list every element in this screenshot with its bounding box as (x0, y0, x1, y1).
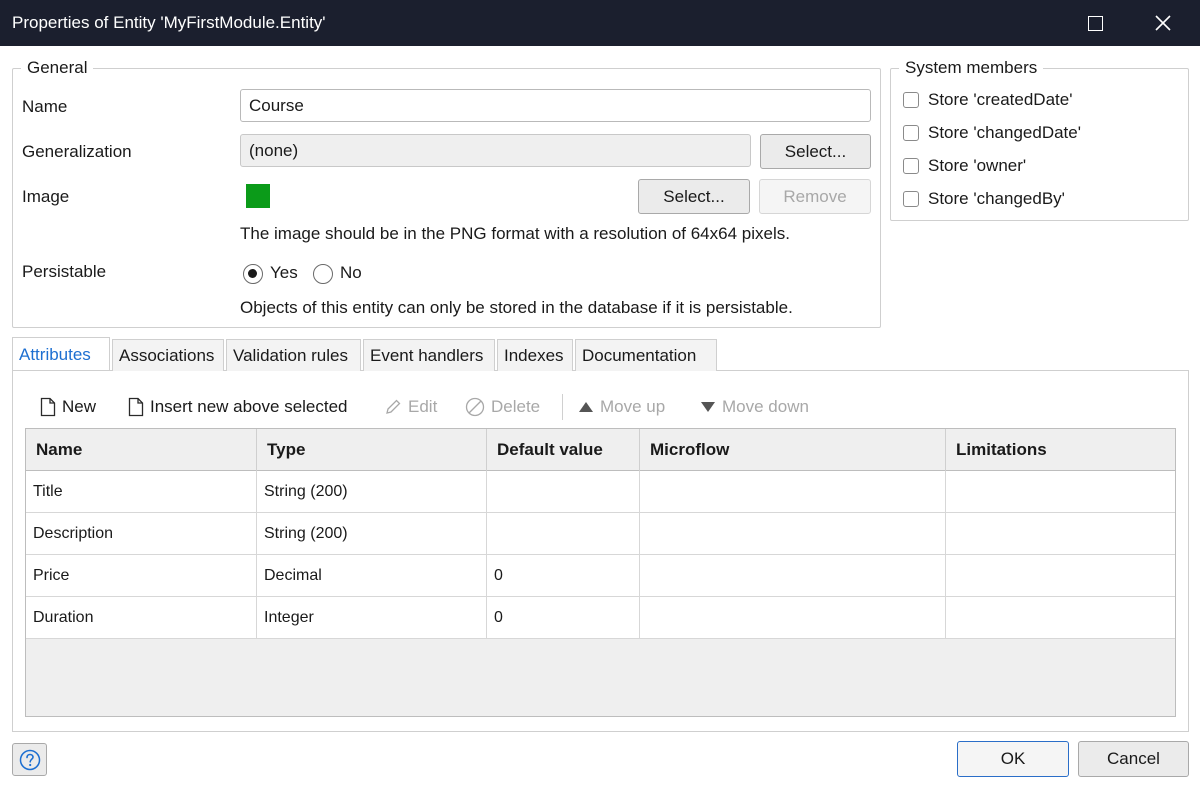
pencil-icon (386, 399, 401, 414)
persistable-yes-radio[interactable] (243, 264, 263, 284)
persistable-no-radio[interactable] (313, 264, 333, 284)
persistable-label: Persistable (22, 262, 107, 281)
tab-validation-rules[interactable]: Validation rules (226, 339, 361, 371)
edit-button[interactable]: Edit (384, 396, 437, 418)
cell-default-value: 0 (487, 597, 640, 638)
generalization-select-button[interactable]: Select... (760, 134, 871, 169)
table-row[interactable]: Price Decimal 0 (26, 555, 1175, 597)
cell-type: String (200) (257, 513, 487, 554)
column-header-name[interactable]: Name (26, 429, 257, 471)
triangle-down-icon (701, 402, 715, 412)
triangle-up-icon (579, 402, 593, 412)
store-owner-label[interactable]: Store 'owner' (928, 156, 1026, 176)
cell-microflow (640, 471, 946, 512)
column-header-microflow[interactable]: Microflow (640, 429, 946, 471)
new-document-icon (40, 397, 56, 417)
entity-image-preview (246, 184, 270, 208)
image-remove-button[interactable]: Remove (759, 179, 871, 214)
column-header-default-value[interactable]: Default value (487, 429, 640, 471)
delete-button[interactable]: Delete (465, 396, 540, 418)
store-owner-checkbox[interactable] (903, 158, 919, 174)
help-button[interactable] (12, 743, 47, 776)
generalization-field: (none) (240, 134, 751, 167)
cell-name: Duration (26, 597, 257, 638)
cell-type: Decimal (257, 555, 487, 596)
cell-microflow (640, 555, 946, 596)
move-up-label: Move up (600, 397, 666, 416)
cell-limitations (946, 513, 1175, 554)
store-changedby-checkbox[interactable] (903, 191, 919, 207)
persistable-yes-label[interactable]: Yes (270, 263, 298, 283)
insert-above-label: Insert new above selected (150, 397, 348, 416)
cell-microflow (640, 597, 946, 638)
cell-type: Integer (257, 597, 487, 638)
store-changedby-label[interactable]: Store 'changedBy' (928, 189, 1065, 209)
name-label: Name (22, 97, 68, 116)
column-header-type[interactable]: Type (257, 429, 487, 471)
close-icon (1155, 15, 1171, 31)
insert-above-button[interactable]: Insert new above selected (128, 396, 348, 418)
new-attribute-label: New (62, 397, 97, 416)
cell-name: Description (26, 513, 257, 554)
new-attribute-button[interactable]: New (40, 396, 96, 418)
ok-button[interactable]: OK (957, 741, 1069, 777)
image-select-button[interactable]: Select... (638, 179, 750, 214)
store-changeddate-label[interactable]: Store 'changedDate' (928, 123, 1081, 143)
general-legend: General (27, 58, 88, 77)
image-hint: The image should be in the PNG format wi… (240, 224, 790, 243)
cell-name: Price (26, 555, 257, 596)
edit-label: Edit (408, 397, 438, 416)
tab-indexes[interactable]: Indexes (497, 339, 573, 371)
table-row[interactable]: Duration Integer 0 (26, 597, 1175, 639)
title-bar: Properties of Entity 'MyFirstModule.Enti… (0, 0, 1200, 46)
cell-limitations (946, 597, 1175, 638)
name-input[interactable]: Course (240, 89, 871, 122)
tab-associations[interactable]: Associations (112, 339, 224, 371)
cell-default-value: 0 (487, 555, 640, 596)
cell-name: Title (26, 471, 257, 512)
move-up-button[interactable]: Move up (578, 396, 665, 418)
question-circle-icon (19, 749, 40, 770)
cell-type: String (200) (257, 471, 487, 512)
prohibit-icon (465, 397, 485, 417)
toolbar-separator (562, 394, 563, 420)
store-createddate-label[interactable]: Store 'createdDate' (928, 90, 1072, 110)
store-createddate-checkbox[interactable] (903, 92, 919, 108)
persistable-no-label[interactable]: No (340, 263, 362, 283)
insert-document-icon (128, 397, 144, 417)
tab-documentation[interactable]: Documentation (575, 339, 717, 371)
cell-limitations (946, 471, 1175, 512)
cancel-button[interactable]: Cancel (1078, 741, 1189, 777)
close-button[interactable] (1140, 0, 1186, 46)
tab-attributes[interactable]: Attributes (12, 337, 110, 370)
maximize-button[interactable] (1072, 0, 1118, 46)
table-row[interactable]: Description String (200) (26, 513, 1175, 555)
window-title: Properties of Entity 'MyFirstModule.Enti… (12, 13, 326, 32)
persistable-hint: Objects of this entity can only be store… (240, 298, 793, 317)
grid-header: Name Type Default value Microflow Limita… (26, 429, 1175, 471)
table-row[interactable]: Title String (200) (26, 471, 1175, 513)
cell-microflow (640, 513, 946, 554)
image-label: Image (22, 187, 70, 206)
delete-label: Delete (491, 397, 541, 416)
tab-event-handlers[interactable]: Event handlers (363, 339, 495, 371)
maximize-icon (1087, 15, 1103, 31)
column-header-limitations[interactable]: Limitations (946, 429, 1175, 471)
store-changeddate-checkbox[interactable] (903, 125, 919, 141)
cell-default-value (487, 513, 640, 554)
system-members-legend: System members (905, 58, 1038, 77)
cell-default-value (487, 471, 640, 512)
cell-limitations (946, 555, 1175, 596)
move-down-label: Move down (722, 397, 809, 416)
attributes-grid: Name Type Default value Microflow Limita… (25, 428, 1176, 717)
generalization-label: Generalization (22, 142, 132, 161)
move-down-button[interactable]: Move down (700, 396, 809, 418)
